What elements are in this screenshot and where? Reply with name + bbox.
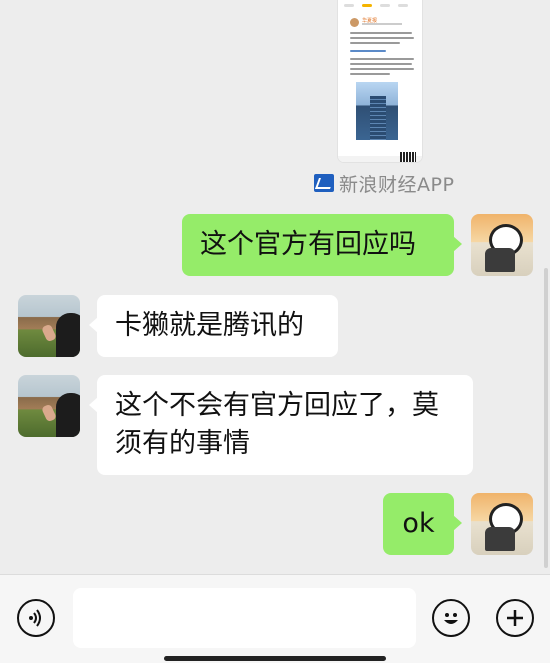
message-bubble-sent[interactable]: 这个官方有回应吗	[182, 214, 462, 276]
card-text-line	[350, 32, 412, 34]
voice-button[interactable]	[17, 599, 55, 637]
message-text-line: 须有的事情	[115, 428, 250, 459]
home-indicator	[164, 656, 386, 661]
card-text-line	[350, 37, 414, 39]
avatar-contact[interactable]	[18, 375, 80, 437]
avatar-contact[interactable]	[18, 295, 80, 357]
card-text-line	[350, 63, 412, 65]
card-author-meta	[362, 23, 402, 25]
card-building-photo	[356, 82, 398, 140]
sina-finance-logo-icon	[314, 174, 334, 192]
message-input[interactable]	[73, 588, 416, 648]
emoji-icon	[444, 613, 458, 624]
avatar-self[interactable]	[471, 493, 533, 555]
plus-button[interactable]	[496, 599, 534, 637]
message-text: 这个官方有回应吗	[200, 229, 416, 260]
chat-scrollbar[interactable]	[544, 268, 548, 568]
card-qr-code	[400, 152, 416, 162]
shared-article-card[interactable]: 华夏报	[338, 0, 422, 162]
card-text-line	[350, 42, 400, 44]
card-text-line	[350, 73, 390, 75]
voice-icon	[29, 609, 41, 627]
message-bubble-received[interactable]: 卡獭就是腾讯的	[89, 295, 338, 357]
message-bubble-received[interactable]: 这个不会有官方回应了，莫 须有的事情	[89, 375, 473, 475]
card-tabs	[344, 4, 408, 7]
message-text: 卡獭就是腾讯的	[115, 310, 304, 341]
chat-input-bar	[0, 574, 550, 663]
card-link-line	[350, 50, 386, 52]
card-text-line	[350, 68, 414, 70]
card-author-row: 华夏报	[350, 18, 416, 28]
card-text-line	[350, 58, 414, 60]
card-source-brand: 新浪财经APP	[314, 170, 454, 196]
message-text: ok	[402, 508, 435, 539]
emoji-button[interactable]	[432, 599, 470, 637]
card-source-label: 新浪财经APP	[339, 173, 455, 196]
plus-icon	[507, 610, 523, 626]
message-bubble-sent[interactable]: ok	[383, 493, 462, 555]
card-author-avatar	[350, 18, 359, 27]
message-text-line: 这个不会有官方回应了，莫	[115, 390, 439, 421]
avatar-self[interactable]	[471, 214, 533, 276]
